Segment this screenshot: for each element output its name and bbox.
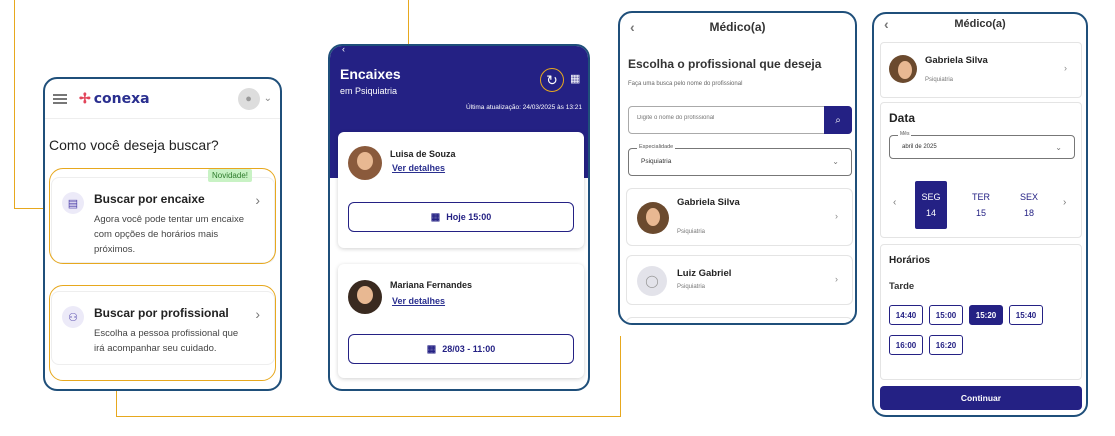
time-slot[interactable]: 15:00 [929, 305, 963, 325]
day-option[interactable]: TER 15 [965, 181, 997, 229]
times-section: Horários Tarde 14:40 15:00 15:20 15:40 1… [880, 244, 1082, 380]
time-slot[interactable]: 16:00 [889, 335, 923, 355]
refresh-icon[interactable]: ↻ [540, 68, 564, 92]
calendar-icon: ▦ [426, 343, 437, 355]
slot-card: Luisa de Souza Ver detalhes ▦ Hoje 15:00 [338, 132, 584, 248]
select-value: Psiquiatria [641, 158, 672, 165]
search-icon[interactable]: ⌕ [824, 106, 852, 134]
section-title: Data [889, 111, 916, 125]
search-box: ⌕ [628, 106, 852, 134]
avatar [889, 55, 917, 83]
slot-button[interactable]: ▦ Hoje 15:00 [348, 202, 574, 232]
last-update: Última atualização: 24/03/2025 às 13:21 [466, 104, 582, 111]
user-icon: ◯ [637, 266, 667, 296]
menu-icon[interactable] [53, 93, 67, 104]
professional-card[interactable] [626, 317, 853, 323]
chevron-right-icon: › [835, 274, 838, 284]
chevron-right-icon[interactable]: › [1063, 197, 1066, 208]
highlight-ring [49, 285, 276, 381]
logo-icon: ✢ [79, 90, 91, 106]
professional-specialty: Psiquiatria [677, 284, 706, 290]
professional-name: Luisa de Souza [390, 149, 456, 159]
chevron-right-icon: › [835, 211, 838, 221]
page-heading: Escolha o profissional que deseja [628, 57, 822, 71]
avatar [348, 280, 382, 314]
calendar-icon[interactable]: ▦ [570, 72, 580, 85]
professional-card[interactable]: ◯ Luiz Gabriel Psiquiatria › [626, 255, 853, 305]
slot-label: 28/03 - 11:00 [442, 344, 496, 354]
highlight-ring [49, 168, 276, 264]
field-label: Mês [898, 131, 912, 137]
date-section: Data Mês abril de 2025 ⌄ ‹ SEG 14 TER 15… [880, 102, 1082, 238]
day-option[interactable]: SEG 14 [915, 181, 947, 229]
professional-name: Mariana Fernandes [390, 280, 473, 290]
section-title: Horários [889, 255, 931, 266]
screen-header: ‹ Médico(a) [620, 13, 855, 41]
app-header: ✢ conexa ● ⌄ [45, 79, 280, 119]
time-slot[interactable]: 14:40 [889, 305, 923, 325]
professional-name: Luiz Gabriel [677, 268, 732, 279]
chevron-down-icon: ⌄ [1055, 143, 1062, 152]
time-slot[interactable]: 15:40 [1009, 305, 1043, 325]
brand-name: conexa [93, 90, 150, 107]
phone-choose-professional: ‹ Médico(a) Escolha o profissional que d… [618, 11, 857, 325]
back-icon[interactable]: ‹ [884, 16, 889, 32]
avatar[interactable]: ● [237, 87, 260, 110]
search-input[interactable] [637, 115, 817, 121]
page-title: Como você deseja buscar? [49, 137, 219, 153]
phone-pick-date: ‹ Médico(a) Gabriela Silva Psiquiatria ›… [872, 12, 1088, 417]
search-hint: Faça uma busca pelo nome do profissional [628, 81, 743, 87]
day-of-week: SEG [921, 192, 941, 202]
professional-specialty: Psiquiatria [925, 77, 954, 83]
back-icon[interactable]: ‹ [342, 46, 345, 54]
slot-card: Mariana Fernandes Ver detalhes ▦ 28/03 -… [338, 264, 584, 378]
chevron-down-icon: ⌄ [832, 157, 839, 166]
time-slot[interactable]: 16:20 [929, 335, 963, 355]
slot-button[interactable]: ▦ 28/03 - 11:00 [348, 334, 574, 364]
screen-header: ‹ Médico(a) [874, 14, 1086, 34]
phone-slots-list: ‹ Encaixes em Psiquiatria ↻ ▦ Última atu… [328, 44, 590, 391]
slot-label: Hoje 15:00 [446, 212, 492, 222]
avatar [637, 202, 669, 234]
chevron-down-icon[interactable]: ⌄ [264, 93, 272, 104]
professional-name: Gabriela Silva [677, 197, 740, 208]
day-number: 18 [1023, 208, 1034, 218]
month-select[interactable]: Mês abril de 2025 ⌄ [889, 131, 1075, 159]
professional-card[interactable]: Gabriela Silva Psiquiatria › [626, 188, 853, 246]
page-title: Encaixes [340, 66, 401, 82]
period-label: Tarde [889, 281, 915, 292]
header-title: Médico(a) [954, 18, 1006, 30]
professional-name: Gabriela Silva [925, 55, 988, 66]
avatar [348, 146, 382, 180]
day-of-week: TER [972, 192, 990, 202]
specialty-select[interactable]: Especialidade Psiquiatria ⌄ [628, 144, 852, 176]
select-value: abril de 2025 [902, 144, 937, 150]
day-option[interactable]: SEX 18 [1013, 181, 1045, 229]
selected-professional: Gabriela Silva Psiquiatria › [880, 42, 1082, 98]
time-slot[interactable]: 15:20 [969, 305, 1003, 325]
day-number: 14 [925, 208, 936, 218]
chevron-left-icon[interactable]: ‹ [893, 197, 896, 208]
page-subtitle: em Psiquiatria [340, 86, 398, 96]
phone-search-mode: ✢ conexa ● ⌄ Como você deseja buscar? No… [43, 77, 282, 391]
continue-button[interactable]: Continuar [880, 386, 1082, 410]
professional-specialty: Psiquiatria [677, 229, 706, 235]
field-label: Especialidade [637, 144, 676, 150]
day-number: 15 [975, 208, 986, 218]
header-title: Médico(a) [709, 20, 766, 34]
chevron-right-icon: › [1064, 63, 1067, 73]
details-link[interactable]: Ver detalhes [392, 163, 445, 173]
back-icon[interactable]: ‹ [630, 19, 635, 35]
day-of-week: SEX [1019, 192, 1038, 202]
calendar-icon: ▦ [430, 211, 441, 223]
details-link[interactable]: Ver detalhes [392, 296, 445, 306]
